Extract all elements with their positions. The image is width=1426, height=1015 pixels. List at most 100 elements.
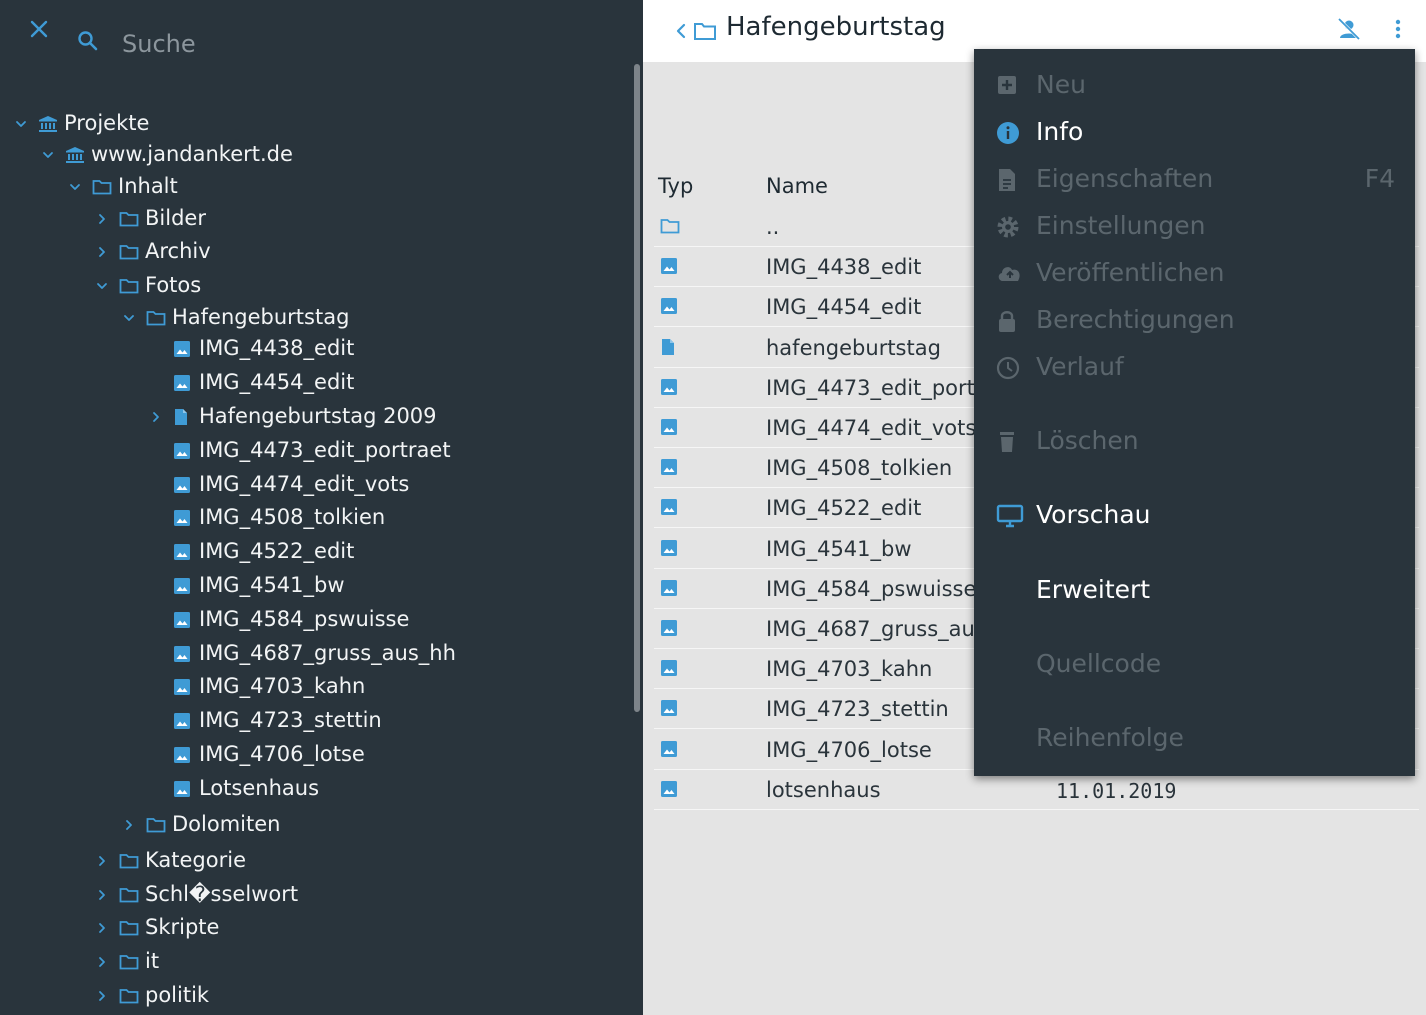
tree-item[interactable]: www.jandankert.de: [0, 141, 620, 171]
image-icon: [173, 543, 191, 561]
folder-icon: [92, 178, 112, 196]
chevron-right-icon[interactable]: [95, 853, 109, 867]
file-name: IMG_4584_pswuisse: [766, 576, 977, 601]
tree-item-label: IMG_4438_edit: [199, 336, 355, 360]
back-chevron-icon[interactable]: [674, 20, 688, 46]
menu-item-label: Neu: [1036, 70, 1086, 99]
folder-icon: [119, 919, 139, 937]
sidebar-scrollbar[interactable]: [634, 64, 640, 712]
menu-item-quellcode[interactable]: Quellcode: [974, 643, 1415, 687]
chevron-right-icon[interactable]: [149, 409, 163, 423]
menu-item-label: Info: [1036, 117, 1084, 146]
tree-item[interactable]: Skripte: [0, 914, 620, 944]
document-icon: [660, 338, 676, 360]
tree-item-label: IMG_4454_edit: [199, 370, 355, 394]
tree-item-label: IMG_4473_edit_portraet: [199, 438, 451, 462]
tree-item-label: Inhalt: [118, 174, 178, 198]
menu-item-label: Löschen: [1036, 426, 1139, 455]
menu-item-label: Verlauf: [1036, 352, 1124, 381]
user-off-icon[interactable]: [1336, 16, 1362, 46]
tree-item[interactable]: Archiv: [0, 238, 620, 268]
tree-item[interactable]: IMG_4541_bw: [0, 572, 620, 602]
tree-item[interactable]: IMG_4706_lotse: [0, 741, 620, 771]
image-icon: [173, 746, 191, 764]
image-icon: [660, 539, 678, 561]
chevron-down-icon[interactable]: [41, 147, 55, 161]
tree-item[interactable]: Dolomiten: [0, 811, 620, 841]
tree-item[interactable]: IMG_4508_tolkien: [0, 504, 620, 534]
menu-item-einstellungen[interactable]: Einstellungen: [974, 205, 1415, 249]
menu-item-vorschau[interactable]: Vorschau: [974, 494, 1415, 538]
folder-icon: [119, 243, 139, 261]
menu-item-label: Einstellungen: [1036, 211, 1206, 240]
folder-icon: [119, 852, 139, 870]
image-icon: [660, 257, 678, 279]
tree-item[interactable]: IMG_4687_gruss_aus_hh: [0, 640, 620, 670]
site-icon: [65, 146, 84, 164]
menu-item-neu[interactable]: Neu: [974, 64, 1415, 108]
tree-item[interactable]: IMG_4584_pswuisse: [0, 606, 620, 636]
tree-item[interactable]: Hafengeburtstag 2009: [0, 403, 620, 433]
menu-item-berechtigungen[interactable]: Berechtigungen: [974, 299, 1415, 343]
chevron-right-icon[interactable]: [95, 211, 109, 225]
image-icon: [173, 476, 191, 494]
content-tree: Projekte www.jandankert.de Inhalt Bilder Arc…: [0, 0, 630, 1015]
file-date: 11.01.2019: [1056, 778, 1177, 803]
image-icon: [173, 340, 191, 358]
tree-item[interactable]: IMG_4474_edit_vots: [0, 471, 620, 501]
tree-item[interactable]: Fotos: [0, 272, 620, 302]
tree-item[interactable]: it: [0, 948, 620, 978]
more-vert-icon[interactable]: [1388, 17, 1408, 45]
tree-item[interactable]: IMG_4703_kahn: [0, 673, 620, 703]
column-header-name[interactable]: Name: [766, 174, 828, 198]
file-name: IMG_4723_stettin: [766, 697, 949, 722]
image-icon: [173, 577, 191, 595]
menu-item-label: Berechtigungen: [1036, 305, 1235, 334]
folder-icon: [119, 277, 139, 295]
tree-item[interactable]: Lotsenhaus: [0, 775, 620, 805]
tree-item-label: politik: [145, 983, 210, 1007]
menu-item-info[interactable]: Info: [974, 111, 1415, 155]
tree-item[interactable]: Bilder: [0, 205, 620, 235]
menu-item-eigenschaften[interactable]: Eigenschaften F4: [974, 158, 1415, 202]
chevron-down-icon[interactable]: [122, 310, 136, 324]
tree-item-label: IMG_4541_bw: [199, 573, 345, 597]
tree-item-label: IMG_4474_edit_vots: [199, 472, 410, 496]
file-name: IMG_4474_edit_vots: [766, 416, 977, 440]
tree-item-label: Hafengeburtstag 2009: [199, 404, 437, 428]
tree-item-label: Bilder: [145, 206, 206, 230]
trash-icon: [996, 430, 1018, 458]
tree-item[interactable]: Projekte: [0, 110, 620, 140]
chevron-right-icon[interactable]: [95, 954, 109, 968]
tree-item[interactable]: IMG_4522_edit: [0, 538, 620, 568]
file-name: IMG_4473_edit_portr: [766, 375, 984, 400]
chevron-right-icon[interactable]: [95, 244, 109, 258]
tree-item-label: Fotos: [145, 273, 202, 297]
tree-item[interactable]: IMG_4438_edit: [0, 335, 620, 365]
tree-item[interactable]: IMG_4473_edit_portraet: [0, 437, 620, 467]
chevron-right-icon[interactable]: [95, 988, 109, 1002]
tree-item[interactable]: Inhalt: [0, 173, 620, 203]
tree-item[interactable]: IMG_4454_edit: [0, 369, 620, 399]
chevron-right-icon[interactable]: [95, 887, 109, 901]
chevron-right-icon[interactable]: [95, 920, 109, 934]
chevron-right-icon[interactable]: [122, 817, 136, 831]
image-icon: [173, 442, 191, 460]
tree-item[interactable]: Schl�sselwort: [0, 881, 620, 911]
page-title: Hafengeburtstag: [726, 12, 946, 42]
tree-item-label: Archiv: [145, 239, 211, 263]
menu-item-erweitert[interactable]: Erweitert: [974, 569, 1415, 613]
column-header-type[interactable]: Typ: [658, 174, 693, 198]
tree-item[interactable]: Kategorie: [0, 847, 620, 877]
tree-item-label: Projekte: [64, 111, 150, 135]
menu-item-reihenfolge[interactable]: Reihenfolge: [974, 717, 1415, 761]
menu-item-verlauf[interactable]: Verlauf: [974, 346, 1415, 390]
chevron-down-icon[interactable]: [68, 179, 82, 193]
chevron-down-icon[interactable]: [95, 278, 109, 292]
menu-item-veroeffentlichen[interactable]: Veröffentlichen: [974, 252, 1415, 296]
tree-item[interactable]: Hafengeburtstag: [0, 304, 620, 334]
tree-item[interactable]: politik: [0, 982, 620, 1012]
menu-item-loeschen[interactable]: Löschen: [974, 420, 1415, 464]
tree-item[interactable]: IMG_4723_stettin: [0, 707, 620, 737]
chevron-down-icon[interactable]: [14, 116, 28, 130]
